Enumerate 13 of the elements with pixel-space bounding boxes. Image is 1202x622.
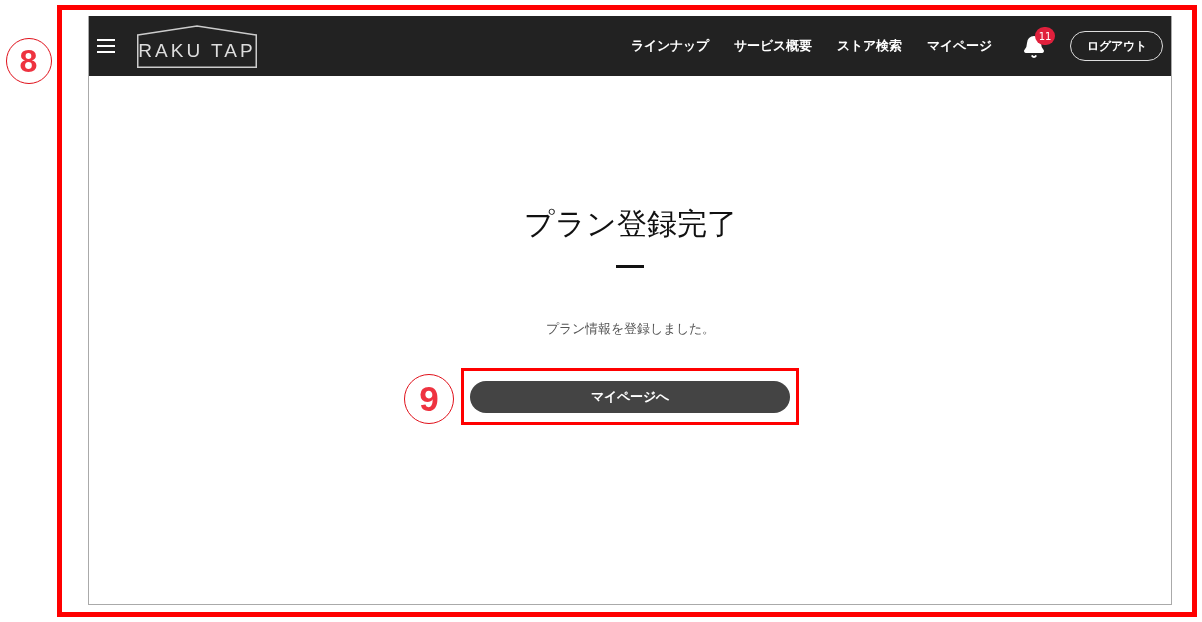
nav-link[interactable]: ラインナップ [631, 37, 709, 55]
nav-link[interactable]: ストア検索 [837, 37, 902, 55]
title-underline [616, 265, 644, 268]
mypage-button[interactable]: マイページへ [470, 381, 790, 413]
nav-link[interactable]: マイページ [927, 37, 992, 55]
notification-badge: 11 [1035, 27, 1055, 45]
message-text: プラン情報を登録しました。 [545, 321, 715, 338]
logo[interactable]: RAKU TAP [137, 24, 257, 68]
callout-marker: 8 [5, 38, 52, 84]
nav-link[interactable]: サービス概要 [734, 37, 812, 55]
page-title: プラン登録完了 [523, 205, 737, 243]
menu-icon[interactable] [97, 39, 115, 53]
callout-marker: 9 [404, 374, 454, 424]
